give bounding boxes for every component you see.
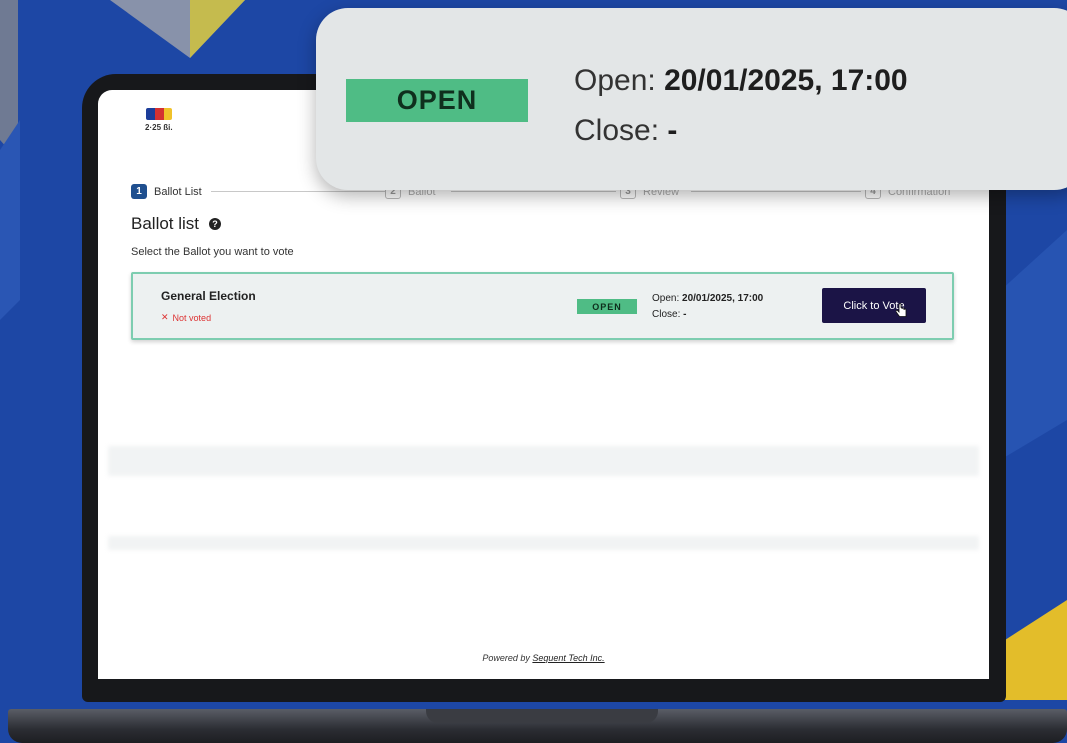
step-ballot-list: 1 Ballot List — [131, 184, 202, 199]
vote-status-text: Not voted — [172, 312, 212, 323]
status-badge-zoomed: OPEN — [346, 79, 528, 122]
callout-open-value: 20/01/2025, 17:00 — [664, 64, 908, 97]
logo-text: 2·25 ßi. — [145, 123, 173, 132]
cross-icon: ✕ — [161, 312, 169, 322]
status-badge: OPEN — [577, 299, 637, 314]
page-title-text: Ballot list — [131, 214, 200, 233]
close-value: - — [683, 309, 687, 320]
blurred-band — [108, 536, 979, 550]
click-to-vote-button[interactable]: Click to Vote — [822, 288, 926, 323]
callout-open-label: Open: — [574, 64, 665, 97]
ballot-card: General Election ✕ Not voted OPEN Open: … — [131, 272, 954, 340]
vote-status: ✕ Not voted — [161, 312, 211, 323]
footer-prefix: Powered by — [482, 653, 533, 663]
callout-close-row: Close: - — [574, 106, 908, 156]
step-label: Ballot List — [154, 185, 202, 198]
open-date-row: Open: 20/01/2025, 17:00 — [652, 291, 763, 307]
callout-open-row: Open: 20/01/2025, 17:00 — [574, 56, 908, 106]
help-icon[interactable]: ? — [209, 218, 222, 230]
open-label: Open: — [652, 293, 683, 304]
page-title: Ballot list ? — [131, 214, 222, 234]
ballot-dates: Open: 20/01/2025, 17:00 Close: - — [652, 291, 763, 323]
logo-flag-icon — [146, 108, 172, 120]
callout-dates: Open: 20/01/2025, 17:00 Close: - — [574, 56, 908, 156]
election-logo: 2·25 ßi. — [144, 106, 176, 136]
callout-close-value: - — [667, 114, 678, 147]
hand-cursor-icon — [896, 303, 907, 317]
sequent-tech-link[interactable]: Sequent Tech Inc. — [532, 653, 604, 663]
step-connector — [211, 191, 386, 192]
blurred-band — [108, 446, 979, 476]
step-connector — [691, 191, 861, 192]
close-date-row: Close: - — [652, 307, 763, 323]
laptop-notch — [426, 709, 658, 723]
open-value: 20/01/2025, 17:00 — [682, 293, 764, 304]
page-subtitle: Select the Ballot you want to vote — [131, 246, 294, 258]
ballot-name: General Election — [161, 289, 256, 303]
zoom-callout: OPEN Open: 20/01/2025, 17:00 Close: - — [316, 8, 1067, 190]
close-label: Close: — [652, 309, 684, 320]
footer: Powered by Sequent Tech Inc. — [98, 653, 989, 663]
step-connector — [451, 191, 616, 192]
step-number: 1 — [131, 184, 147, 199]
callout-close-label: Close: — [574, 114, 668, 147]
